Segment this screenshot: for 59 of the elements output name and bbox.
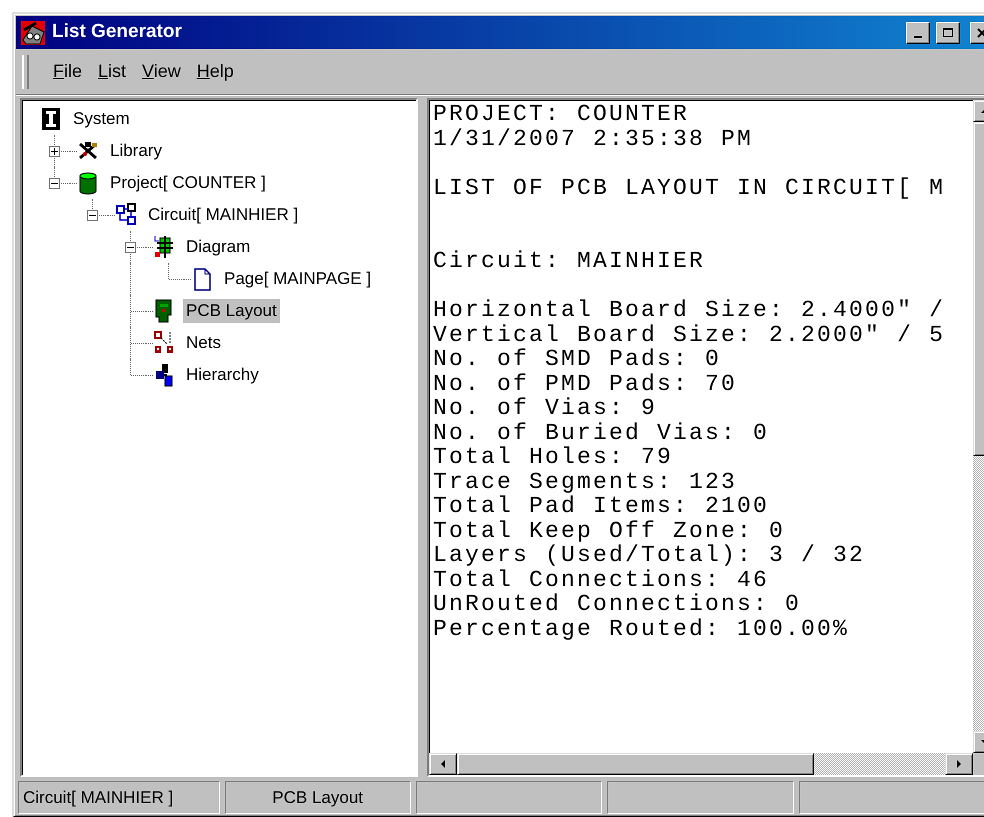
collapse-toggle[interactable] [125, 242, 136, 253]
toolbar-grip[interactable] [22, 54, 29, 88]
tree-item[interactable]: Library [107, 139, 165, 163]
cylinder-icon [77, 171, 99, 195]
report-line: Vertical Board Size: 2.2000" / 5 [433, 322, 946, 347]
tree-item[interactable]: Hierarchy [183, 363, 262, 387]
tree-item[interactable]: System [70, 107, 133, 131]
hierarchy-icon [153, 363, 175, 387]
minus-icon [89, 215, 96, 216]
status-panel: PCB Layout [224, 781, 411, 814]
menu-item[interactable]: Help [190, 58, 240, 85]
maximize-button[interactable] [936, 22, 960, 44]
scrollbar-thumb[interactable] [457, 753, 814, 775]
expand-toggle[interactable] [49, 146, 60, 157]
minimize-button[interactable] [906, 22, 930, 44]
window-title: List Generator [52, 20, 182, 44]
report-line: Total Holes: 79 [433, 445, 674, 470]
collapse-toggle[interactable] [49, 178, 60, 189]
collapse-toggle[interactable] [87, 210, 98, 221]
tree-item[interactable]: Nets [183, 331, 224, 355]
left-arrow-icon [440, 759, 446, 769]
report-line: No. of Buried Vias: 0 [433, 420, 770, 445]
tree-item[interactable]: PCB Layout [183, 299, 280, 323]
app-icon [20, 20, 46, 46]
blocks-icon [115, 203, 137, 227]
report-line: UnRouted Connections: 0 [433, 592, 802, 616]
minus-icon [127, 247, 134, 248]
menu-item[interactable]: File [47, 58, 88, 85]
menu-item[interactable]: View [136, 58, 187, 85]
component-icon [153, 235, 175, 259]
report-line: Trace Segments: 123 [433, 470, 738, 494]
right-arrow-icon [956, 759, 962, 769]
report-line: Total Connections: 46 [433, 568, 770, 592]
report-line: No. of SMD Pads: 0 [433, 347, 722, 372]
tree-item[interactable]: Project[ COUNTER ] [107, 171, 269, 195]
report-line: Layers (Used/Total): 3 / 32 [433, 543, 866, 568]
report-line: PROJECT: COUNTER [433, 102, 690, 126]
report-line: No. of Vias: 9 [433, 396, 658, 420]
tree-item[interactable]: Diagram [183, 235, 254, 259]
report-line: Horizontal Board Size: 2.4000" / [433, 298, 946, 322]
maximize-icon [942, 26, 954, 38]
scroll-left-button[interactable] [429, 753, 457, 775]
report-line: 1/31/2007 2:35:38 PM [433, 126, 754, 151]
scroll-right-button[interactable] [945, 753, 973, 775]
report-line: Percentage Routed: 100.00% [433, 616, 850, 641]
report-line: Total Keep Off Zone: 0 [433, 518, 786, 543]
nodes-icon [153, 331, 175, 355]
minimize-icon [914, 36, 922, 38]
report-line: Total Pad Items: 2100 [433, 494, 770, 518]
tree-item[interactable]: Page[ MAINPAGE ] [221, 267, 374, 291]
frame-icon [40, 107, 62, 131]
report-line: LIST OF PCB LAYOUT IN CIRCUIT[ M [433, 176, 946, 200]
tree-item[interactable]: Circuit[ MAINHIER ] [145, 203, 302, 227]
report-line: No. of PMD Pads: 70 [433, 372, 738, 396]
menu-item[interactable]: List [92, 58, 132, 85]
status-panel: Circuit[ MAINHIER ] [18, 781, 220, 814]
minus-icon [51, 183, 58, 184]
report-line: Circuit: MAINHIER [433, 249, 706, 274]
plus-icon [51, 148, 58, 155]
